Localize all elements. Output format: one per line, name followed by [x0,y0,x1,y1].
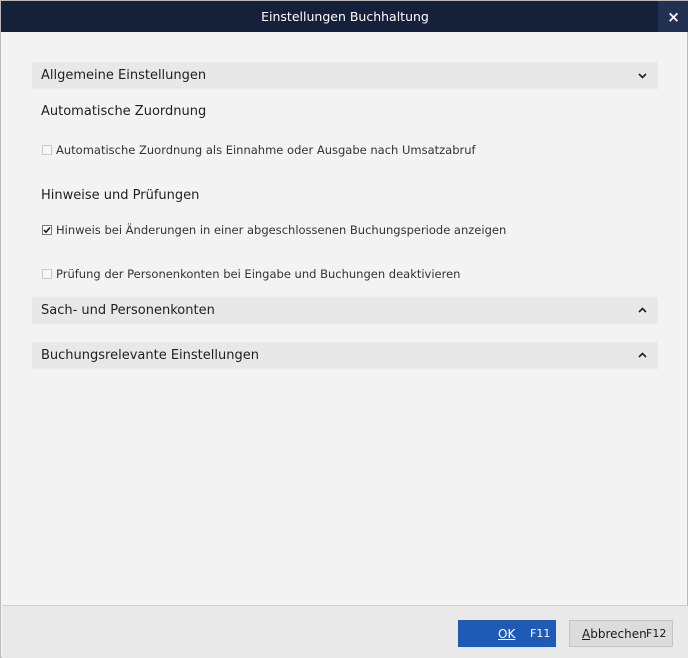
cancel-shortcut-label: F12 [646,627,667,640]
auto-assign-label: Automatische Zuordnung als Einnahme oder… [56,143,476,157]
cancel-button-label: Abbrechen [582,626,647,641]
auto-assign-checkbox[interactable] [42,145,52,155]
person-accounts-check-checkbox[interactable] [42,269,52,279]
section-general-header[interactable]: Allgemeine Einstellungen [32,62,658,89]
ok-shortcut-label: F11 [530,627,551,640]
cancel-button[interactable]: Abbrechen F12 [569,620,673,647]
group-title-hints: Hinweise und Prüfungen [41,188,200,203]
settings-dialog: Einstellungen Buchhaltung × Allgemeine E… [0,0,688,658]
section-accounts-header[interactable]: Sach- und Personenkonten [32,297,658,324]
title-bar: Einstellungen Buchhaltung × [1,1,688,32]
close-icon: × [667,7,680,26]
ok-button[interactable]: OK F11 [458,620,556,647]
closed-period-hint-checkbox[interactable] [42,225,52,235]
close-button[interactable]: × [658,1,688,32]
section-booking-header[interactable]: Buchungsrelevante Einstellungen [32,342,658,369]
section-general-label: Allgemeine Einstellungen [41,68,207,83]
person-accounts-check-label: Prüfung der Personenkonten bei Eingabe u… [56,267,461,281]
section-accounts-label: Sach- und Personenkonten [41,303,215,318]
section-booking-label: Buchungsrelevante Einstellungen [41,348,259,363]
group-title-auto: Automatische Zuordnung [41,104,207,119]
ok-button-label: OK [498,626,516,641]
chevron-down-icon [638,73,647,79]
checkmark-icon [43,227,51,234]
closed-period-hint-label: Hinweis bei Änderungen in einer abgeschl… [56,223,507,237]
dialog-footer: OK F11 Abbrechen F12 [2,605,688,658]
chevron-up-icon [638,352,647,358]
dialog-title: Einstellungen Buchhaltung [261,9,429,24]
chevron-up-icon [638,307,647,313]
